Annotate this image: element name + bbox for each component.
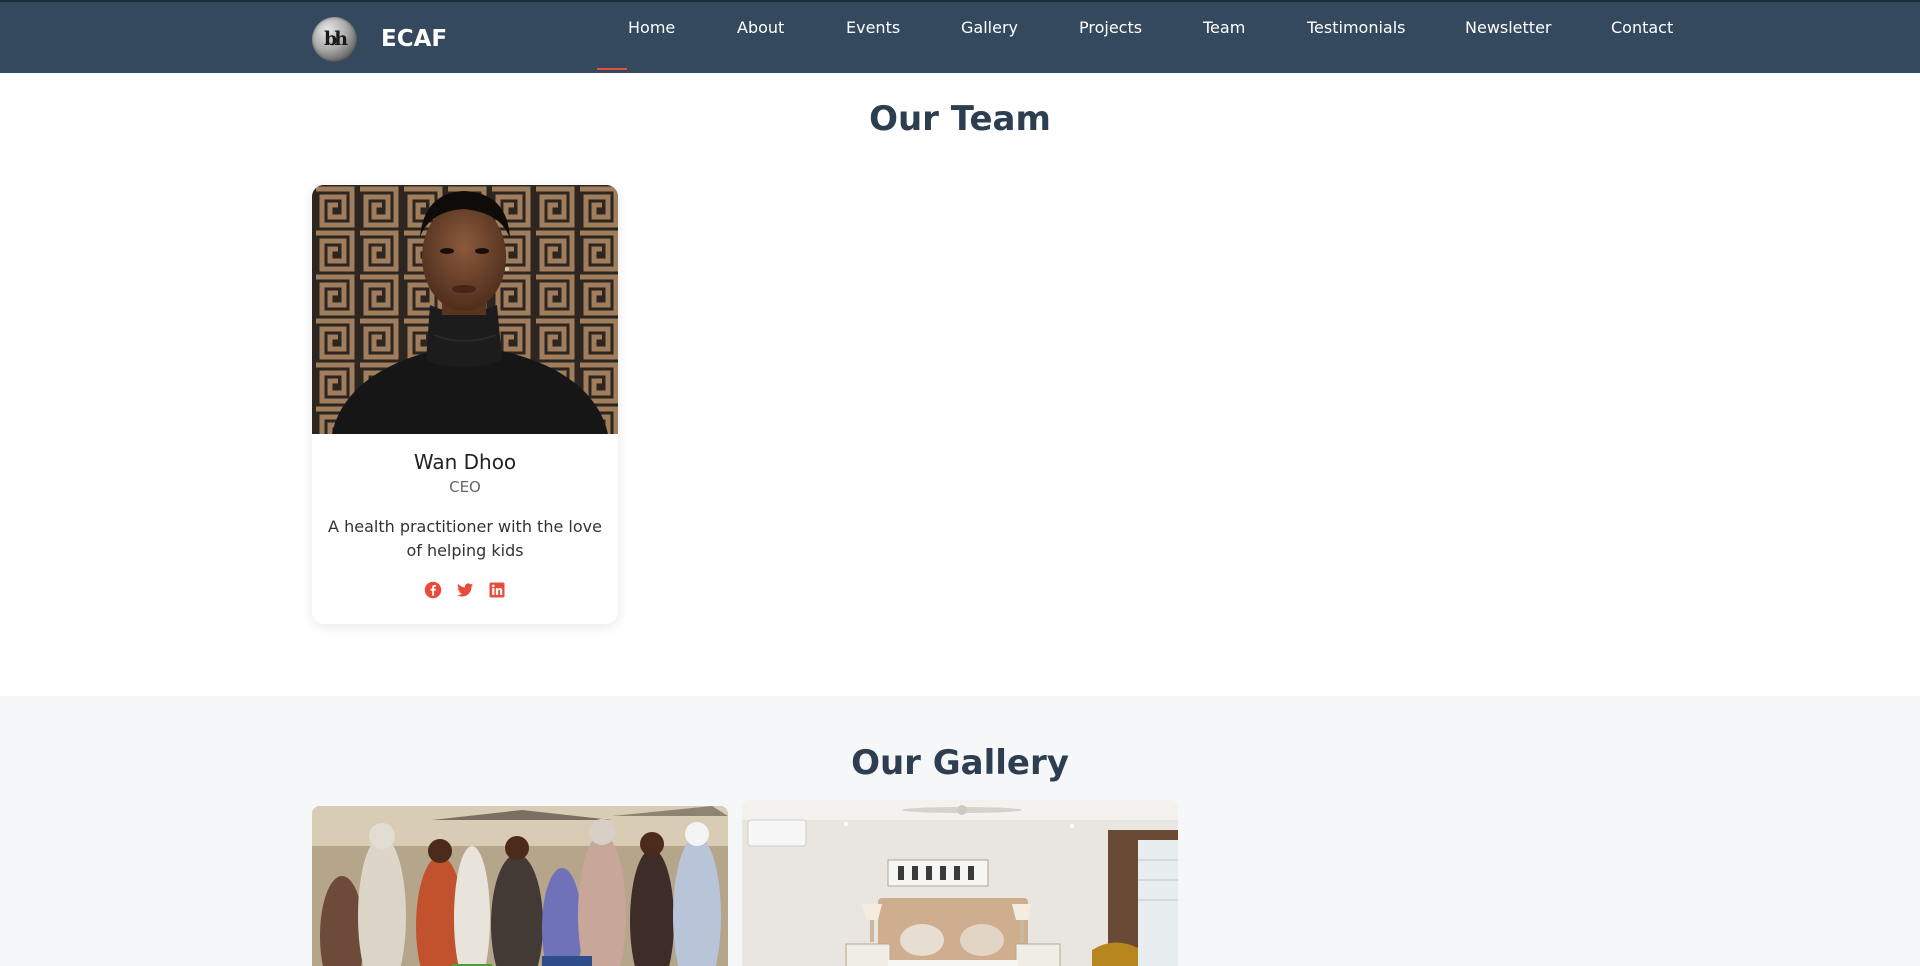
gallery-section: Our Gallery	[0, 696, 1920, 966]
nav-gallery[interactable]: Gallery	[961, 18, 1018, 37]
member-portrait-image	[312, 185, 618, 434]
gallery-image-community[interactable]	[312, 806, 728, 966]
team-member-name: Wan Dhoo	[413, 450, 517, 474]
twitter-icon[interactable]	[456, 581, 474, 599]
team-section: Our Team Wan Dhoo CEO A health practitio…	[0, 73, 1920, 696]
team-member-card: Wan Dhoo CEO A health practitioner with …	[312, 185, 618, 624]
bedroom-photo	[742, 800, 1178, 966]
nav-team[interactable]: Team	[1203, 18, 1245, 37]
team-member-photo	[312, 185, 618, 434]
nav-projects[interactable]: Projects	[1079, 18, 1142, 37]
main-nav: Home About Events Gallery Projects Team …	[0, 2, 1920, 75]
community-photo	[312, 806, 728, 966]
gallery-section-title: Our Gallery	[851, 743, 1069, 783]
nav-about[interactable]: About	[737, 18, 784, 37]
nav-testimonials[interactable]: Testimonials	[1307, 18, 1406, 37]
nav-newsletter[interactable]: Newsletter	[1465, 18, 1552, 37]
team-member-bio: A health practitioner with the love of h…	[328, 517, 602, 560]
team-member-socials	[312, 581, 618, 599]
nav-contact[interactable]: Contact	[1611, 18, 1673, 37]
nav-home[interactable]: Home	[628, 18, 675, 37]
linkedin-icon[interactable]	[488, 581, 506, 599]
nav-events[interactable]: Events	[846, 18, 900, 37]
top-navbar: bh ECAF Home About Events Gallery Projec…	[0, 0, 1920, 73]
active-nav-indicator	[597, 68, 627, 70]
team-member-role: CEO	[449, 478, 481, 496]
facebook-icon[interactable]	[424, 581, 442, 599]
team-section-title: Our Team	[869, 99, 1051, 139]
gallery-image-bedroom[interactable]	[742, 800, 1178, 966]
